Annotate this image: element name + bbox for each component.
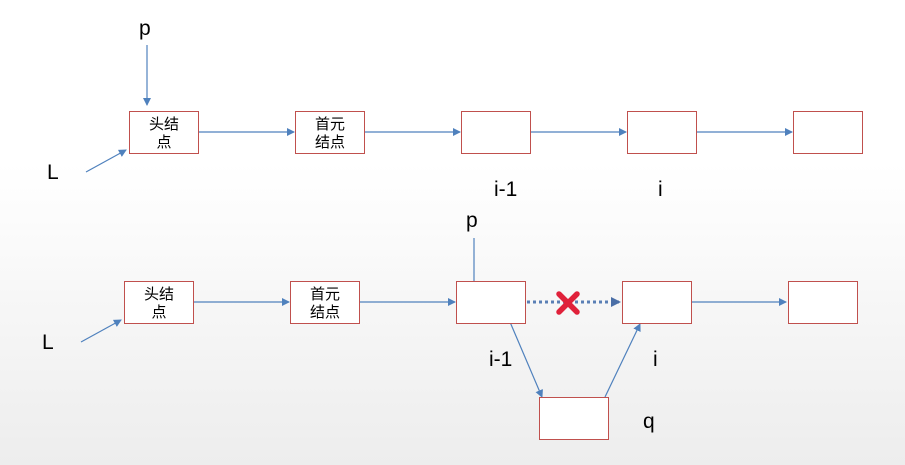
first-node-bottom: 首元结点 [290, 281, 360, 324]
label-i-minus-1-bottom: i-1 [489, 348, 513, 371]
label-i-bottom: i [653, 348, 658, 371]
first-node-top-label: 首元结点 [314, 114, 345, 151]
first-node-top: 首元结点 [295, 111, 365, 154]
arrow-L-to-head-bottom [80, 319, 122, 343]
head-node-bottom: 头结点 [124, 281, 194, 324]
label-i-top: i [658, 178, 663, 201]
new-node-q [539, 397, 609, 440]
node-i-minus-1-bottom [456, 281, 526, 324]
pointer-p-top: p [139, 17, 151, 40]
link-node3-to-q [509, 321, 543, 398]
node-i-bottom [622, 281, 692, 324]
pointer-L-bottom: L [42, 331, 54, 354]
node-last-bottom [788, 281, 858, 324]
pointer-L-top: L [47, 161, 59, 184]
node-i-top [627, 111, 697, 154]
head-node-top: 头结点 [129, 111, 199, 154]
head-node-bottom-label: 头结点 [143, 284, 174, 321]
node-i-minus-1-top [461, 111, 531, 154]
head-node-top-label: 头结点 [148, 114, 179, 151]
pointer-q: q [643, 410, 655, 433]
arrow-L-to-head-top [85, 149, 127, 173]
first-node-bottom-label: 首元结点 [309, 284, 340, 321]
cross-icon [556, 291, 580, 315]
pointer-p-bottom: p [466, 209, 478, 232]
label-i-minus-1-top: i-1 [494, 178, 518, 201]
diagram-connectors [80, 45, 793, 431]
node-last-top [793, 111, 863, 154]
link-q-to-node4 [604, 323, 641, 398]
